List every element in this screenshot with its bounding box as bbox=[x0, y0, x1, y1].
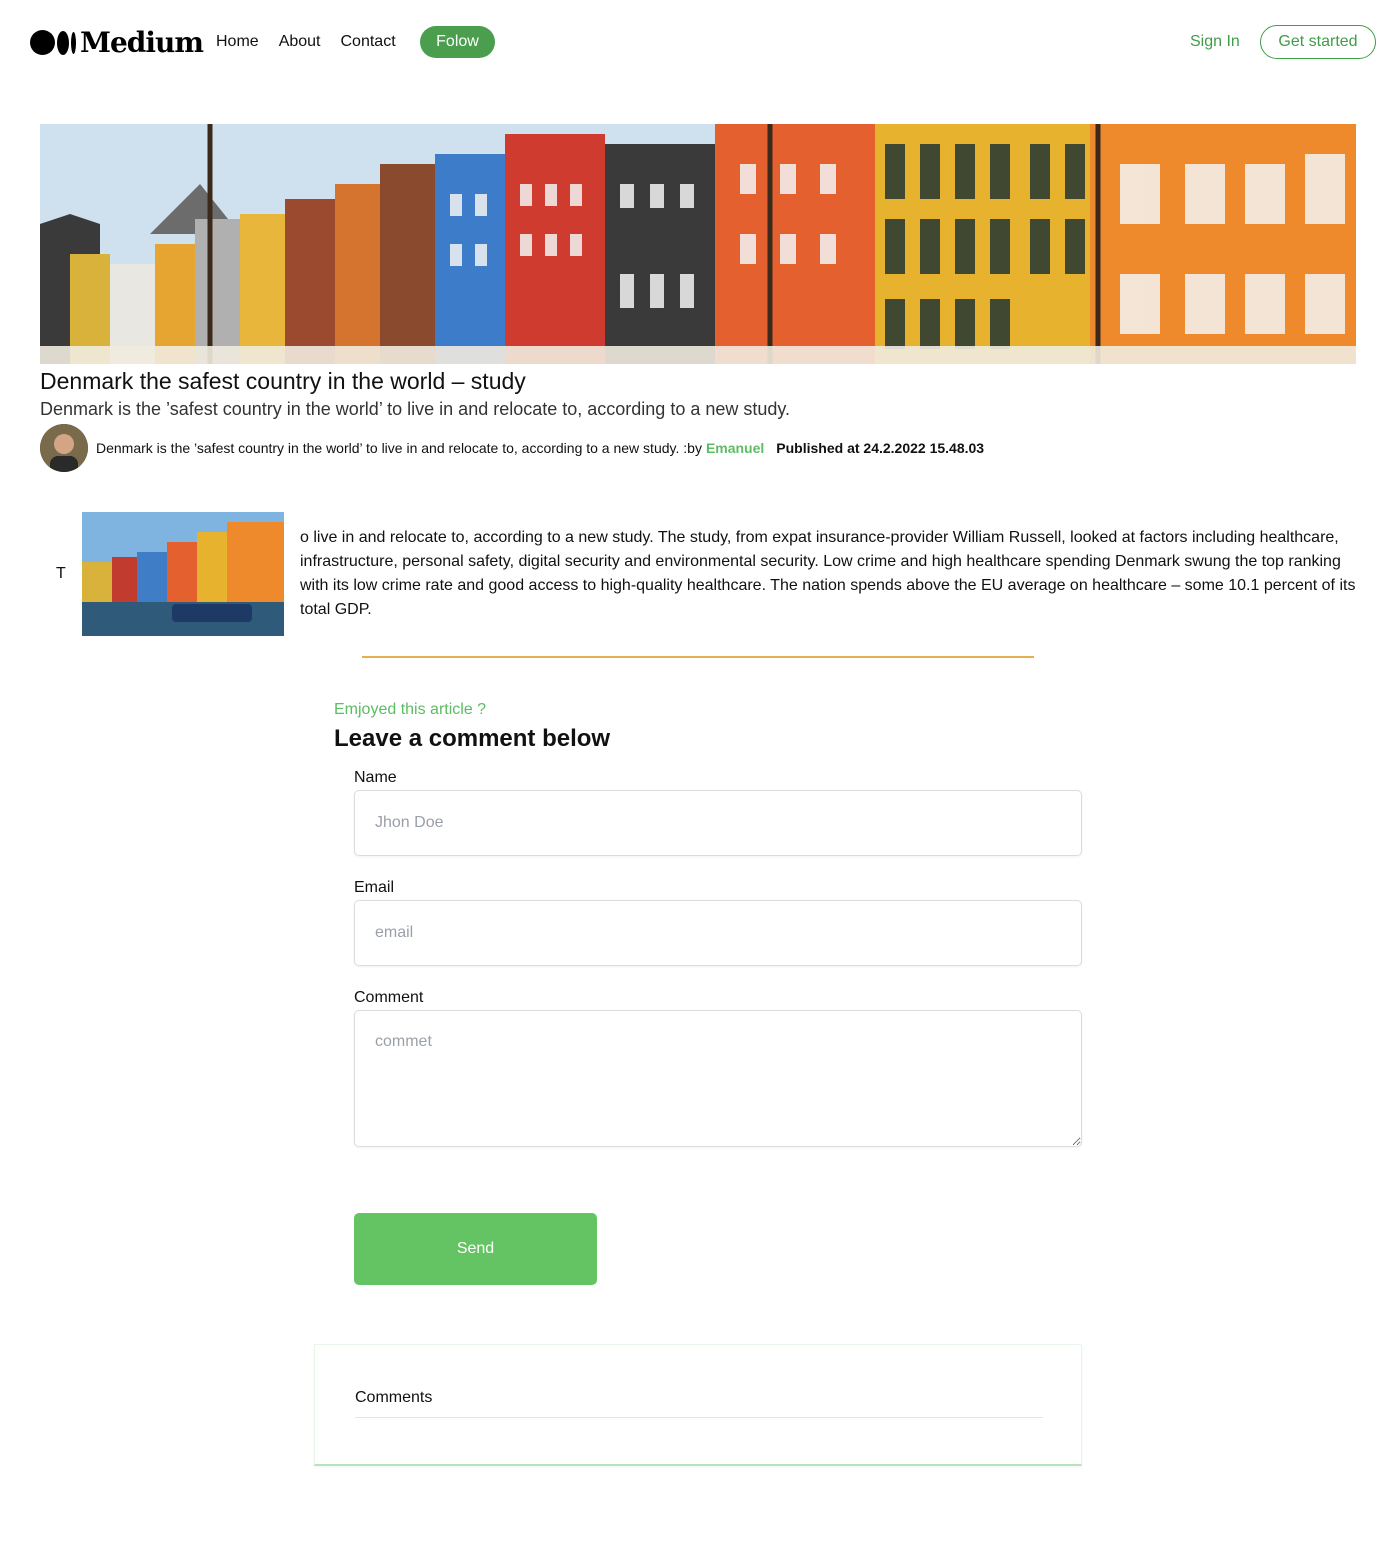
section-divider bbox=[362, 656, 1034, 658]
email-label: Email bbox=[354, 879, 395, 896]
nav-home-link[interactable]: Home bbox=[216, 33, 259, 51]
nav-contact-link[interactable]: Contact bbox=[341, 33, 396, 51]
comment-eyebrow: Emjoyed this article ? bbox=[334, 701, 487, 718]
article-thumbnail bbox=[82, 512, 284, 636]
comments-title: Comments bbox=[355, 1389, 433, 1406]
comment-label: Comment bbox=[354, 989, 424, 1006]
article-title: Denmark the safest country in the world … bbox=[40, 368, 526, 394]
published-date: Published at 24.2.2022 15.48.03 bbox=[776, 440, 985, 456]
name-label: Name bbox=[354, 769, 397, 786]
name-input[interactable] bbox=[354, 790, 1082, 856]
logo-text: Medium bbox=[80, 26, 204, 59]
comments-divider bbox=[355, 1417, 1043, 1418]
top-navbar: Medium Home About Contact Folow Sign In … bbox=[0, 0, 1396, 84]
medium-logo-icon bbox=[30, 30, 76, 55]
main-nav: Home About Contact bbox=[216, 26, 416, 58]
comment-textarea[interactable] bbox=[354, 1010, 1082, 1147]
nav-about-link[interactable]: About bbox=[279, 33, 321, 51]
meta-description: Denmark is the ’safest country in the wo… bbox=[96, 440, 702, 456]
get-started-button[interactable]: Get started bbox=[1260, 25, 1376, 59]
article-meta: Denmark is the ’safest country in the wo… bbox=[40, 424, 984, 472]
hero-image bbox=[40, 124, 1356, 364]
medium-logo[interactable]: Medium bbox=[30, 26, 204, 59]
email-input[interactable] bbox=[354, 900, 1082, 966]
sign-in-link[interactable]: Sign In bbox=[1190, 33, 1240, 51]
comments-section: Comments bbox=[314, 1344, 1082, 1466]
comment-heading: Leave a comment below bbox=[334, 725, 611, 752]
drop-cap: T bbox=[56, 565, 66, 582]
article-subtitle: Denmark is the ’safest country in the wo… bbox=[40, 399, 791, 419]
article-body: o live in and relocate to, according to … bbox=[300, 529, 1356, 618]
send-button[interactable]: Send bbox=[354, 1213, 597, 1285]
follow-button[interactable]: Folow bbox=[420, 26, 495, 58]
author-link[interactable]: Emanuel bbox=[706, 440, 764, 456]
author-avatar[interactable] bbox=[40, 424, 88, 472]
